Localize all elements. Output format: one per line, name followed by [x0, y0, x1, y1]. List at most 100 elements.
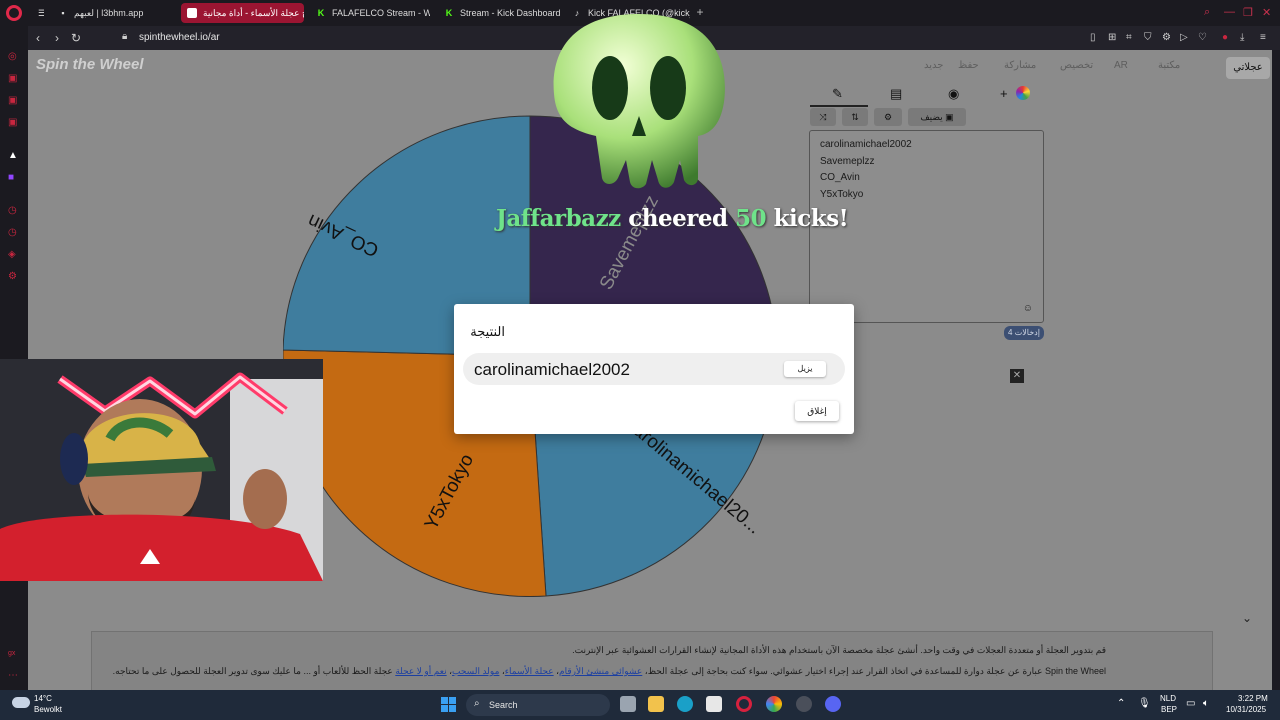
- store-icon[interactable]: [706, 696, 722, 712]
- clock-date[interactable]: 10/31/2025: [1226, 705, 1266, 714]
- opera-gx-icon[interactable]: [736, 696, 752, 712]
- url-field[interactable]: spinthewheel.io/ar: [139, 32, 220, 43]
- add-image-button[interactable]: يضيف ▣: [908, 108, 966, 126]
- library-link[interactable]: مكتبة: [1158, 60, 1180, 71]
- cloud-icon[interactable]: [12, 697, 30, 708]
- messenger-icon[interactable]: ▣: [8, 95, 17, 106]
- edge-icon[interactable]: [677, 696, 693, 712]
- save-link[interactable]: حفظ: [958, 60, 979, 71]
- tab-falafelco-stream[interactable]: K FALAFELCO Stream - Wat: [310, 3, 430, 23]
- gx-icon[interactable]: gx: [8, 650, 15, 657]
- language-link[interactable]: AR: [1114, 60, 1128, 71]
- chrome-icon[interactable]: [766, 696, 782, 712]
- weather-condition[interactable]: Bewolkt: [34, 705, 62, 714]
- taskbar-search[interactable]: ⌕ Search: [466, 694, 610, 716]
- settings-icon[interactable]: ⚙: [1162, 32, 1171, 43]
- chevron-down-icon[interactable]: ⌄: [1242, 611, 1252, 625]
- list-item: Y5xTokyo: [820, 188, 864, 200]
- clock-time[interactable]: 3:22 PM: [1238, 694, 1268, 703]
- active-tab-underline: [810, 105, 868, 107]
- reload-icon[interactable]: ↻: [71, 31, 81, 45]
- sidebar-settings-icon[interactable]: ⚙: [8, 271, 17, 282]
- taskbar: 14°C Bewolkt ⌕ Search ⌃ 🎙︎ NLD BEP ▭ 🔈︎ 3…: [0, 690, 1280, 720]
- add-wheel-icon[interactable]: +: [1000, 86, 1008, 101]
- tab-kick-dashboard[interactable]: K Stream - Kick Dashboard: [438, 3, 562, 23]
- entries-count-badge: إدخالات 4: [1004, 326, 1044, 340]
- search-icon: ⌕: [474, 698, 480, 709]
- pinboard-icon[interactable]: ▣: [8, 117, 17, 128]
- network-icon[interactable]: ▭: [1186, 698, 1195, 709]
- search-tabs-icon[interactable]: ⌕: [1204, 6, 1210, 19]
- forward-icon[interactable]: ›: [55, 31, 59, 45]
- kick-sidebar-icon[interactable]: ▲: [8, 150, 18, 161]
- language-indicator[interactable]: NLD: [1160, 694, 1176, 703]
- minimize-icon[interactable]: —: [1224, 6, 1235, 18]
- chat-icon[interactable]: ▣: [8, 73, 17, 84]
- my-wheels-button[interactable]: عجلاتي: [1226, 57, 1270, 79]
- close-button[interactable]: إغلاق: [795, 401, 839, 421]
- twitch-icon[interactable]: ■: [8, 172, 14, 183]
- profile-icon[interactable]: ●: [1222, 32, 1228, 43]
- webcam-feed-image: [0, 359, 323, 581]
- history-icon[interactable]: ◷: [8, 205, 17, 216]
- info-panel: قم بتدوير العجلة أو متعددة العجلات في وق…: [91, 631, 1213, 690]
- aria-icon[interactable]: ◎: [8, 51, 17, 62]
- winner-row: carolinamichael2002 يزيل: [463, 353, 845, 385]
- shield-icon[interactable]: ⛉: [1144, 32, 1152, 43]
- download-icon[interactable]: ⤓: [1240, 32, 1244, 43]
- link-draw-generator[interactable]: مولد السحب: [452, 666, 499, 676]
- reader-icon[interactable]: ▯: [1090, 32, 1096, 43]
- settings-app-icon[interactable]: [796, 696, 812, 712]
- remove-button[interactable]: يزيل: [784, 361, 826, 377]
- sort-icon[interactable]: ⇅: [842, 108, 868, 126]
- file-explorer-icon[interactable]: [648, 696, 664, 712]
- volume-icon[interactable]: 🔈︎: [1203, 698, 1209, 709]
- play-icon[interactable]: ▷: [1180, 32, 1188, 43]
- site-logo[interactable]: Spin the Wheel: [36, 56, 144, 73]
- heart-icon[interactable]: ♡: [1198, 32, 1207, 43]
- task-view-icon[interactable]: [620, 696, 636, 712]
- windows-start-icon[interactable]: [441, 697, 456, 712]
- editor-tabs: ✎ ▤ ◉ +: [810, 84, 1044, 107]
- link-random-number[interactable]: عشوائي منشئ الأرقام: [559, 666, 642, 676]
- keyboard-layout[interactable]: BEP: [1161, 705, 1177, 714]
- dialog-title: النتيجة: [470, 324, 505, 339]
- close-window-icon[interactable]: ✕: [1262, 6, 1271, 19]
- page-icon: ▪: [61, 8, 65, 18]
- opera-logo-icon[interactable]: [6, 5, 22, 21]
- extensions-icon[interactable]: ◈: [8, 249, 16, 260]
- hidden-eye-icon[interactable]: ◉: [948, 86, 959, 102]
- more-icon[interactable]: ⋯: [8, 670, 18, 681]
- info-line-2: Spin the Wheel عبارة عن عجلة دوارة للمسا…: [112, 666, 1106, 676]
- results-clipboard-icon[interactable]: ▤: [890, 86, 902, 102]
- entry-settings-icon[interactable]: ⚙: [874, 108, 902, 126]
- back-icon[interactable]: ‹: [36, 31, 40, 45]
- webcam-overlay: [0, 359, 323, 581]
- tab-spinthewheel[interactable]: برنامج عجلة الأسماء - أداة مجانية: [181, 3, 304, 23]
- weather-temperature[interactable]: 14°C: [34, 694, 52, 703]
- edit-pencil-icon[interactable]: ✎: [832, 86, 843, 102]
- microphone-icon[interactable]: 🎙︎: [1138, 698, 1151, 709]
- close-icon[interactable]: ✕: [1010, 369, 1024, 383]
- clock-icon[interactable]: ◷: [8, 227, 17, 238]
- tab-menu-icon[interactable]: ☰: [32, 3, 44, 23]
- opera-sidebar: ◎ ▣ ▣ ▣ ▲ ■ ◷ ◷ ◈ ⚙ gx ⋯: [0, 26, 28, 690]
- cheer-alert-text: Jaffarbazz cheered 50 kicks!: [496, 205, 849, 232]
- link-names-wheel[interactable]: عجلة الأسماء: [505, 666, 554, 676]
- snapshot-icon[interactable]: ⌗: [1126, 32, 1132, 43]
- spinthewheel-icon: [187, 8, 197, 18]
- color-palette-icon[interactable]: [1016, 86, 1030, 100]
- shuffle-icon[interactable]: ⤨: [810, 108, 836, 126]
- customize-link[interactable]: تخصيص: [1060, 60, 1093, 71]
- discord-icon[interactable]: [825, 696, 841, 712]
- link-yes-no[interactable]: نعم أو لا عجلة: [395, 666, 446, 676]
- emoji-icon[interactable]: ☺: [1023, 303, 1033, 314]
- tabs-icon[interactable]: ⊞: [1108, 32, 1116, 43]
- menu-icon[interactable]: ≡: [1260, 32, 1266, 43]
- new-link[interactable]: جديد: [924, 60, 943, 71]
- maximize-icon[interactable]: ❐: [1243, 6, 1253, 19]
- tab-l3bhm[interactable]: ▪ لعبهم | l3bhm.app: [52, 3, 172, 23]
- share-link[interactable]: مشاركة: [1004, 60, 1036, 71]
- tray-chevron-icon[interactable]: ⌃: [1117, 698, 1125, 709]
- lock-icon: 🔒︎: [122, 31, 128, 42]
